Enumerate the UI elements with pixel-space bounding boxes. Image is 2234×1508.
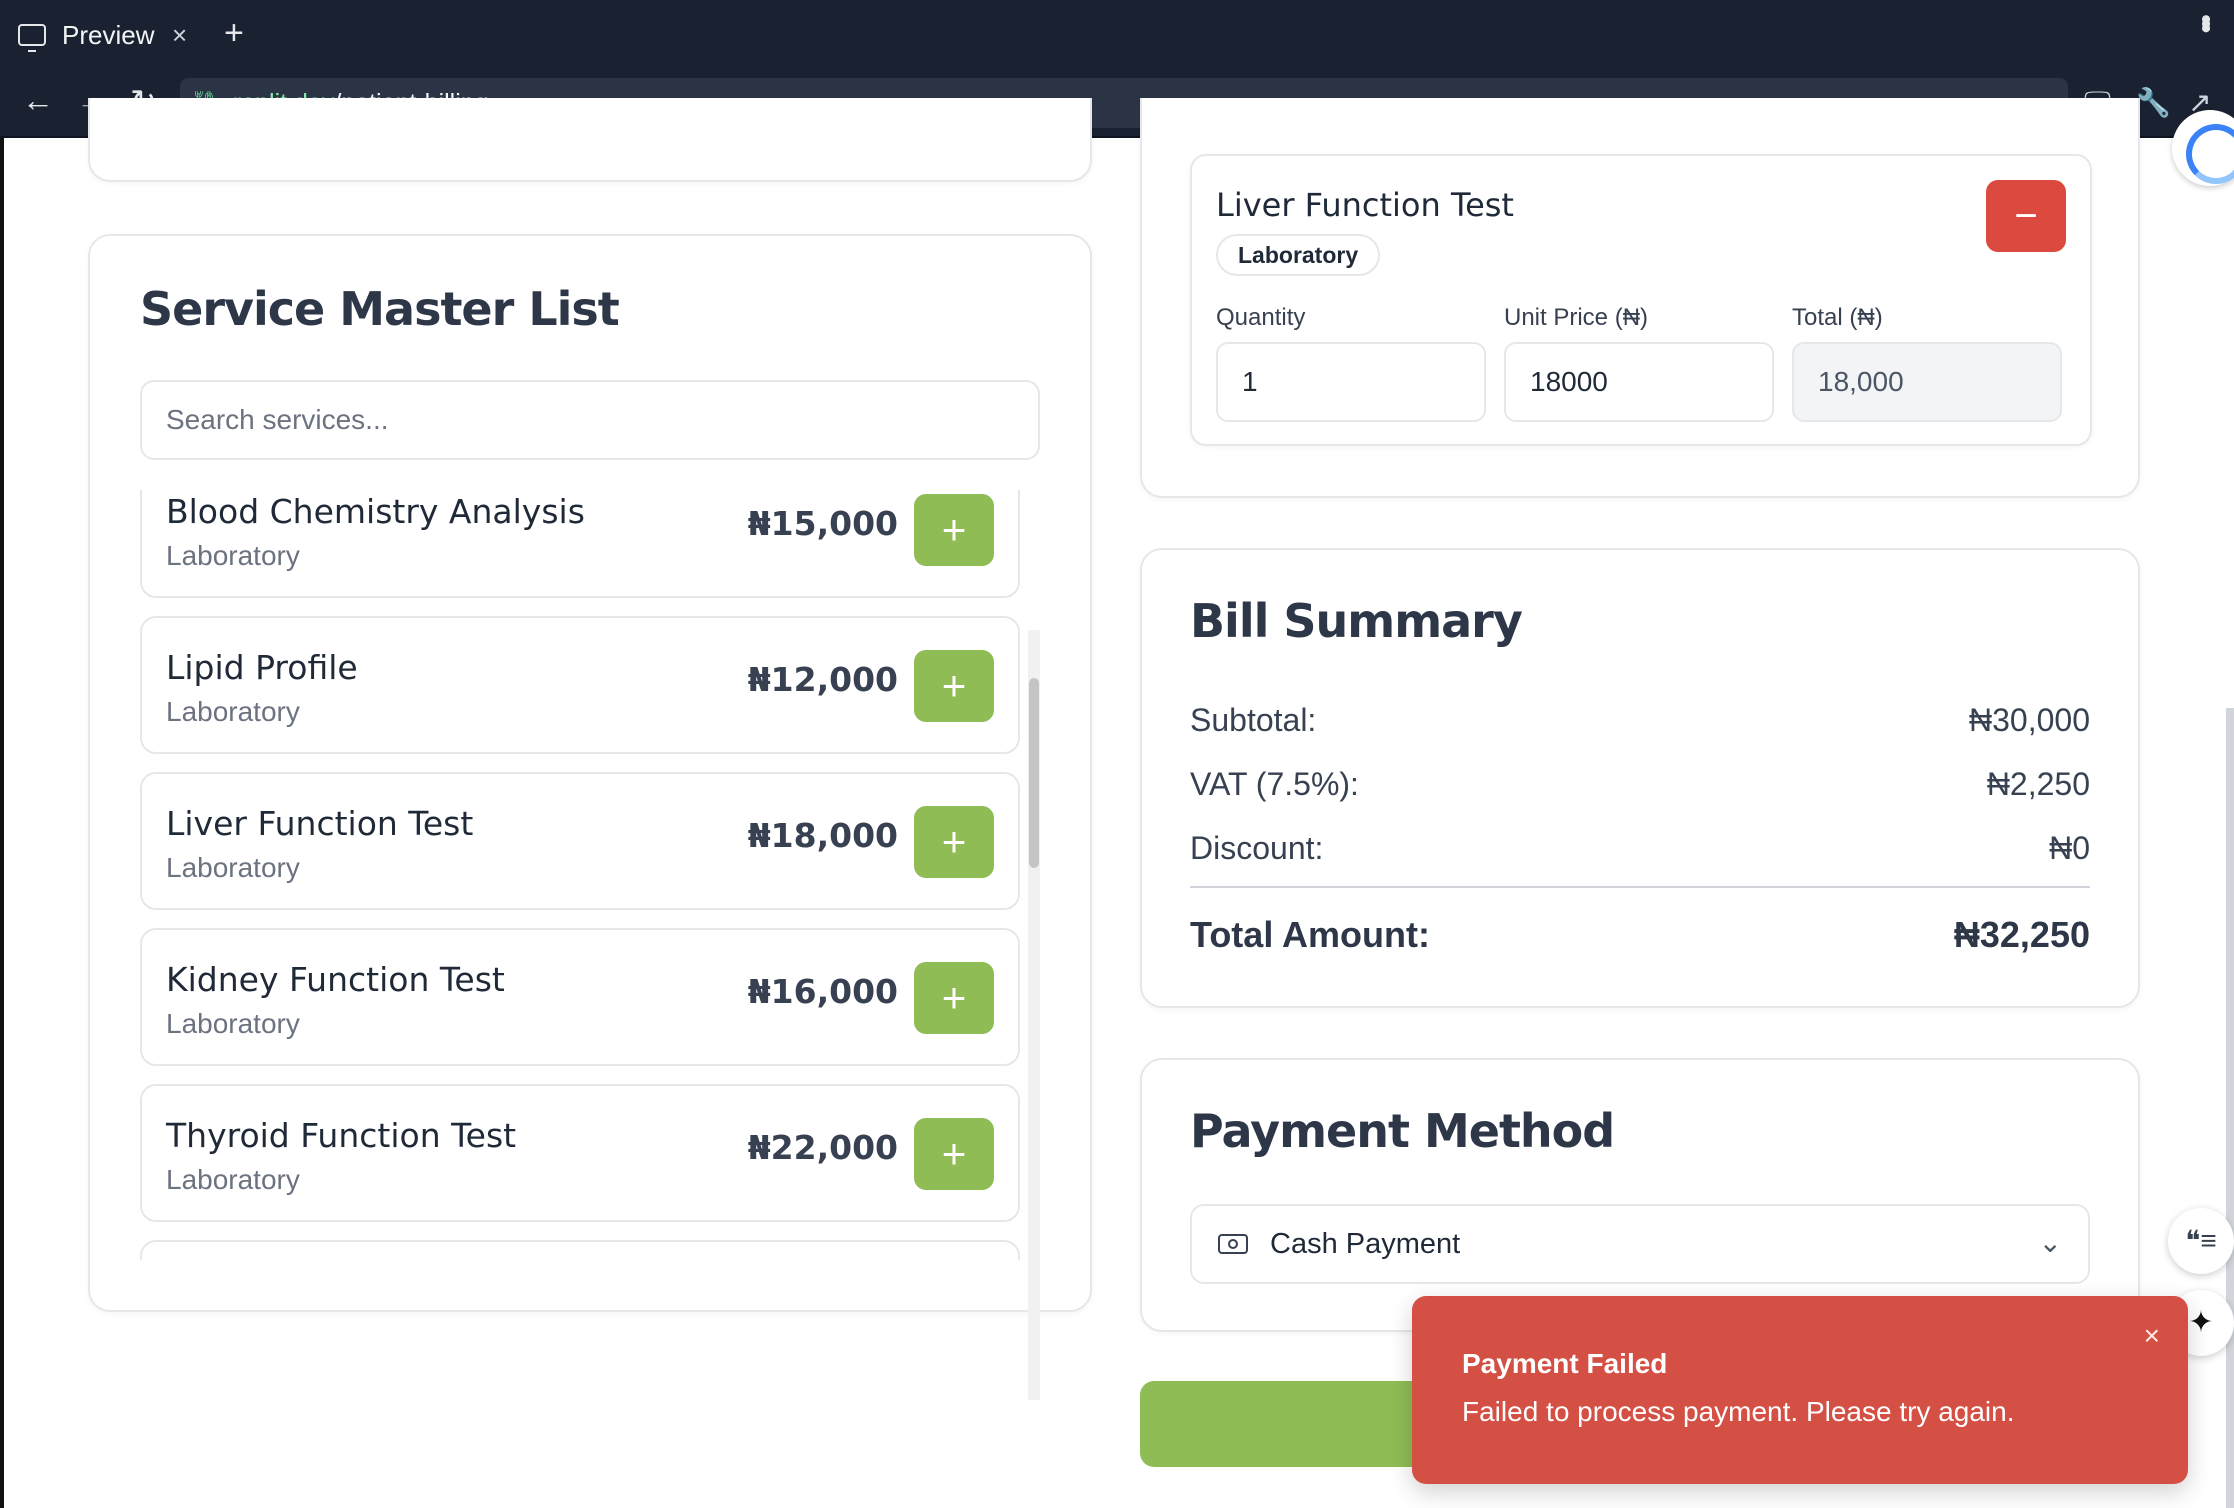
service-price: ₦18,000: [747, 816, 898, 855]
list-item: Lipid Profile Laboratory ₦12,000 +: [140, 616, 1020, 754]
browser-tab-bar: Preview × + •••: [0, 0, 2234, 70]
service-price: ₦12,000: [747, 660, 898, 699]
add-service-button[interactable]: +: [914, 650, 994, 722]
tab-close-icon[interactable]: ×: [172, 20, 187, 51]
service-name: Thyroid Function Test: [166, 1116, 517, 1155]
service-category: Laboratory: [166, 540, 300, 571]
vat-row: VAT (7.5%): ₦2,250: [1190, 766, 2090, 803]
quote-list-icon[interactable]: ❝≡: [2168, 1208, 2234, 1274]
vat-value: ₦2,250: [1986, 766, 2090, 802]
subtotal-label: Subtotal:: [1190, 702, 1317, 738]
selected-item-name: Liver Function Test: [1216, 186, 1514, 224]
service-category: Laboratory: [166, 696, 300, 727]
discount-row: Discount: ₦0: [1190, 830, 2090, 867]
add-service-button[interactable]: +: [914, 806, 994, 878]
remove-item-button[interactable]: −: [1986, 180, 2066, 252]
subtotal-value: ₦30,000: [1969, 702, 2090, 738]
unit-price-label: Unit Price (₦): [1504, 304, 1649, 331]
payment-method-value: Cash Payment: [1270, 1227, 1461, 1260]
summary-divider: [1190, 886, 2090, 888]
total-field: 18,000: [1792, 342, 2062, 422]
list-item: [140, 1240, 1020, 1260]
category-badge: Laboratory: [1216, 234, 1381, 276]
error-toast: × Payment Failed Failed to process payme…: [1412, 1296, 2188, 1484]
tab-title: Preview: [62, 19, 155, 50]
payment-method-card: Payment Method Cash Payment ⌄: [1140, 1058, 2140, 1332]
service-list[interactable]: Blood Chemistry Analysis Laboratory ₦15,…: [140, 490, 1040, 1260]
vat-label: VAT (7.5%):: [1190, 766, 1359, 802]
quantity-label: Quantity: [1216, 304, 1306, 331]
discount-label: Discount:: [1190, 830, 1324, 866]
service-name: Blood Chemistry Analysis: [166, 492, 585, 531]
new-tab-icon[interactable]: +: [224, 14, 244, 53]
wrench-icon[interactable]: 🔧: [2136, 86, 2171, 119]
bill-summary-card: Bill Summary Subtotal: ₦30,000 VAT (7.5%…: [1140, 548, 2140, 1008]
total-row: Total Amount: ₦32,250: [1190, 914, 2090, 956]
add-service-button[interactable]: +: [914, 1118, 994, 1190]
selected-services-card: Liver Function Test Laboratory − Quantit…: [1140, 98, 2140, 498]
subtotal-row: Subtotal: ₦30,000: [1190, 702, 2090, 739]
close-icon[interactable]: ×: [2144, 1320, 2160, 1352]
browser-tab[interactable]: Preview: [0, 0, 172, 70]
selected-item: Liver Function Test Laboratory − Quantit…: [1190, 154, 2092, 446]
monitor-icon: [18, 24, 46, 52]
unit-price-field[interactable]: 18000: [1504, 342, 1774, 422]
service-category: Laboratory: [166, 852, 300, 883]
payment-method-title: Payment Method: [1190, 1104, 1615, 1158]
service-price: ₦16,000: [747, 972, 898, 1011]
page-scrollbar[interactable]: [2226, 708, 2234, 1508]
quantity-field[interactable]: 1: [1216, 342, 1486, 422]
total-label: Total (₦): [1792, 304, 1883, 331]
service-price: ₦15,000: [747, 504, 898, 543]
list-item: Kidney Function Test Laboratory ₦16,000 …: [140, 928, 1020, 1066]
service-price: ₦22,000: [747, 1128, 898, 1167]
total-amount-value: ₦32,250: [1953, 914, 2090, 955]
chevron-down-icon: ⌄: [2038, 1227, 2062, 1258]
more-options-icon[interactable]: •••: [2189, 14, 2222, 28]
add-service-button[interactable]: +: [914, 494, 994, 566]
list-item: Thyroid Function Test Laboratory ₦22,000…: [140, 1084, 1020, 1222]
service-category: Laboratory: [166, 1008, 300, 1039]
service-master-title: Service Master List: [140, 282, 620, 336]
service-name: Liver Function Test: [166, 804, 474, 843]
add-service-button[interactable]: +: [914, 962, 994, 1034]
toast-message: Failed to process payment. Please try ag…: [1462, 1396, 2015, 1427]
toast-title: Payment Failed: [1462, 1348, 1668, 1379]
cash-icon: [1218, 1234, 1248, 1254]
list-scrollbar-thumb[interactable]: [1029, 678, 1039, 868]
service-name: Kidney Function Test: [166, 960, 505, 999]
discount-value: ₦0: [2049, 830, 2090, 866]
bill-summary-title: Bill Summary: [1190, 594, 1523, 648]
service-category: Laboratory: [166, 1164, 300, 1195]
back-icon[interactable]: ←: [22, 82, 54, 119]
service-master-card: Service Master List Blood Chemistry Anal…: [88, 234, 1092, 1312]
payment-method-select[interactable]: Cash Payment ⌄: [1190, 1204, 2090, 1284]
search-input[interactable]: [140, 380, 1040, 460]
service-name: Lipid Profile: [166, 648, 358, 687]
list-item: Blood Chemistry Analysis Laboratory ₦15,…: [140, 490, 1020, 598]
previous-card: [88, 98, 1092, 182]
list-item: Liver Function Test Laboratory ₦18,000 +: [140, 772, 1020, 910]
total-amount-label: Total Amount:: [1190, 914, 1430, 955]
